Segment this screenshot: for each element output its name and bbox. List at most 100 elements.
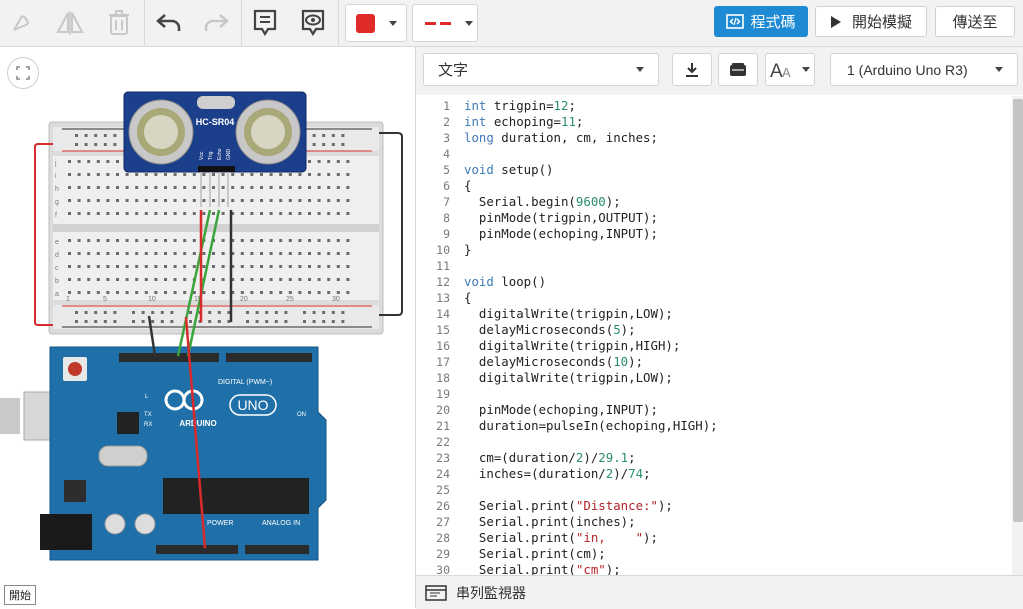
line-number: 28 <box>436 531 450 545</box>
tx-label: TX <box>144 412 152 418</box>
code-panel: 文字 AA 1 (Arduino Uno R3) 1 2 3 4 5 6 7 8 9 10 11 12… <box>415 47 1023 609</box>
fill-color-dropdown[interactable] <box>345 4 407 42</box>
trash-icon[interactable] <box>106 6 132 40</box>
code-line: pinMode(echoping,INPUT); <box>464 402 658 417</box>
library-icon <box>730 62 746 76</box>
device-select[interactable]: 1 (Arduino Uno R3) <box>830 53 1018 86</box>
ultrasonic-sensor[interactable]: HC-SR04 Vcc Trig Echo GND <box>123 91 307 173</box>
chevron-down-icon <box>465 20 473 26</box>
editor-scrollbar-thumb[interactable] <box>1013 99 1023 522</box>
sensor-pin-label: GND <box>226 149 232 161</box>
font-size-icon: AA <box>770 61 791 80</box>
line-number: 10 <box>436 243 450 257</box>
power-header-label: POWER <box>207 520 233 527</box>
code-line: delayMicroseconds(5); <box>464 322 636 337</box>
line-number: 16 <box>436 339 450 353</box>
library-button[interactable] <box>718 53 758 86</box>
sensor-pin-label: Trig <box>208 151 214 160</box>
code-line: pinMode(echoping,INPUT); <box>464 226 658 241</box>
code-line: pinMode(trigpin,OUTPUT); <box>464 210 658 225</box>
chevron-down-icon <box>389 20 397 26</box>
font-size-button[interactable]: AA <box>765 53 815 86</box>
analog-header-label: ANALOG IN <box>262 520 300 527</box>
line-number: 25 <box>436 483 450 497</box>
line-number: 5 <box>443 163 450 177</box>
row-label: d <box>55 252 59 259</box>
start-simulation-label: 開始模擬 <box>851 14 912 31</box>
toolbar-divider <box>144 0 145 46</box>
wire-style-dropdown[interactable] <box>412 4 478 42</box>
download-button[interactable] <box>672 53 712 86</box>
line-number: 12 <box>436 275 450 289</box>
on-label: ON <box>297 412 306 418</box>
row-label: c <box>55 265 59 272</box>
wire-style-swatch <box>425 21 451 25</box>
serial-monitor-bar[interactable]: 串列監視器 <box>416 575 1023 609</box>
digital-header-label: DIGITAL (PWM~) <box>218 379 272 386</box>
row-label: a <box>55 291 59 298</box>
line-number: 6 <box>443 179 450 193</box>
circuit-drawing: j i h g f e d c b a 1 5 10 15 20 25 30 H… <box>0 91 403 561</box>
line-number: 17 <box>436 355 450 369</box>
circuit-canvas[interactable]: j i h g f e d c b a 1 5 10 15 20 25 30 H… <box>0 47 414 608</box>
line-number: 9 <box>443 227 450 241</box>
send-to-button[interactable]: 傳送至 <box>935 6 1015 37</box>
line-number: 8 <box>443 211 450 225</box>
chevron-down-icon <box>802 67 810 72</box>
send-to-label: 傳送至 <box>952 14 998 31</box>
line-number: 30 <box>436 563 450 575</box>
code-line: duration=pulseIn(echoping,HIGH); <box>464 418 718 433</box>
color-swatch <box>356 13 375 33</box>
code-button[interactable]: 程式碼 <box>714 6 808 37</box>
start-simulation-button[interactable]: 開始模擬 <box>815 6 927 37</box>
line-number: 1 <box>443 99 450 113</box>
line-number: 18 <box>436 371 450 385</box>
line-number: 19 <box>436 387 450 401</box>
line-number: 15 <box>436 323 450 337</box>
serial-monitor-label: 串列監視器 <box>456 584 526 601</box>
line-number: 29 <box>436 547 450 561</box>
code-icon <box>726 14 745 29</box>
sensor-label: HC-SR04 <box>196 117 235 127</box>
col-label: 10 <box>148 296 156 303</box>
sensor-pin-label: Vcc <box>199 151 205 160</box>
visibility-icon[interactable] <box>299 6 327 40</box>
sensor-pin-label: Echo <box>217 148 223 160</box>
line-number: 26 <box>436 499 450 513</box>
status-label: 開始 <box>4 585 36 605</box>
line-number-gutter: 1 2 3 4 5 6 7 8 9 10 11 12 13 14 15 16 17 18 19 20 21 22 23 24 2… <box>416 96 456 575</box>
redo-icon[interactable] <box>202 6 230 40</box>
undo-icon[interactable] <box>155 6 183 40</box>
code-line: long duration, cm, inches; <box>464 130 658 145</box>
serial-monitor-icon <box>425 584 447 601</box>
row-label: b <box>55 278 59 285</box>
code-mode-select[interactable]: 文字 <box>423 53 659 86</box>
line-number: 4 <box>443 147 450 161</box>
code-line: int echoping=11; <box>464 114 584 129</box>
arduino-model-label: UNO <box>237 397 268 413</box>
code-line: void setup() <box>464 162 554 177</box>
code-line: Serial.begin(9600); <box>464 194 621 209</box>
col-label: 20 <box>240 296 248 303</box>
code-line: digitalWrite(trigpin,LOW); <box>464 370 673 385</box>
line-number: 2 <box>443 115 450 129</box>
main-toolbar: 程式碼 開始模擬 傳送至 <box>0 0 1023 47</box>
mirror-icon[interactable] <box>55 6 85 40</box>
row-label: j <box>54 160 57 167</box>
line-number: 27 <box>436 515 450 529</box>
col-label: 5 <box>103 296 107 303</box>
col-label: 30 <box>332 296 340 303</box>
code-line: { <box>464 290 472 305</box>
code-line: digitalWrite(trigpin,HIGH); <box>464 338 681 353</box>
code-line: inches=(duration/2)/74; <box>464 466 651 481</box>
rotate-icon[interactable] <box>8 6 34 40</box>
toolbar-divider <box>241 0 242 46</box>
code-mode-value: 文字 <box>438 62 469 79</box>
line-number: 22 <box>436 435 450 449</box>
row-label: h <box>55 186 59 193</box>
notes-icon[interactable] <box>251 6 279 40</box>
code-editor[interactable]: 1 2 3 4 5 6 7 8 9 10 11 12 13 14 15 16 17 18 19 20 21 22 23 24 2… <box>416 96 1012 575</box>
arduino-uno-board[interactable]: ARDUINO UNO DIGITAL (PWM~) POWER ANALOG … <box>40 346 327 561</box>
code-toolbar: 文字 AA 1 (Arduino Uno R3) <box>416 47 1023 95</box>
code-line: Serial.print(cm); <box>464 546 606 561</box>
